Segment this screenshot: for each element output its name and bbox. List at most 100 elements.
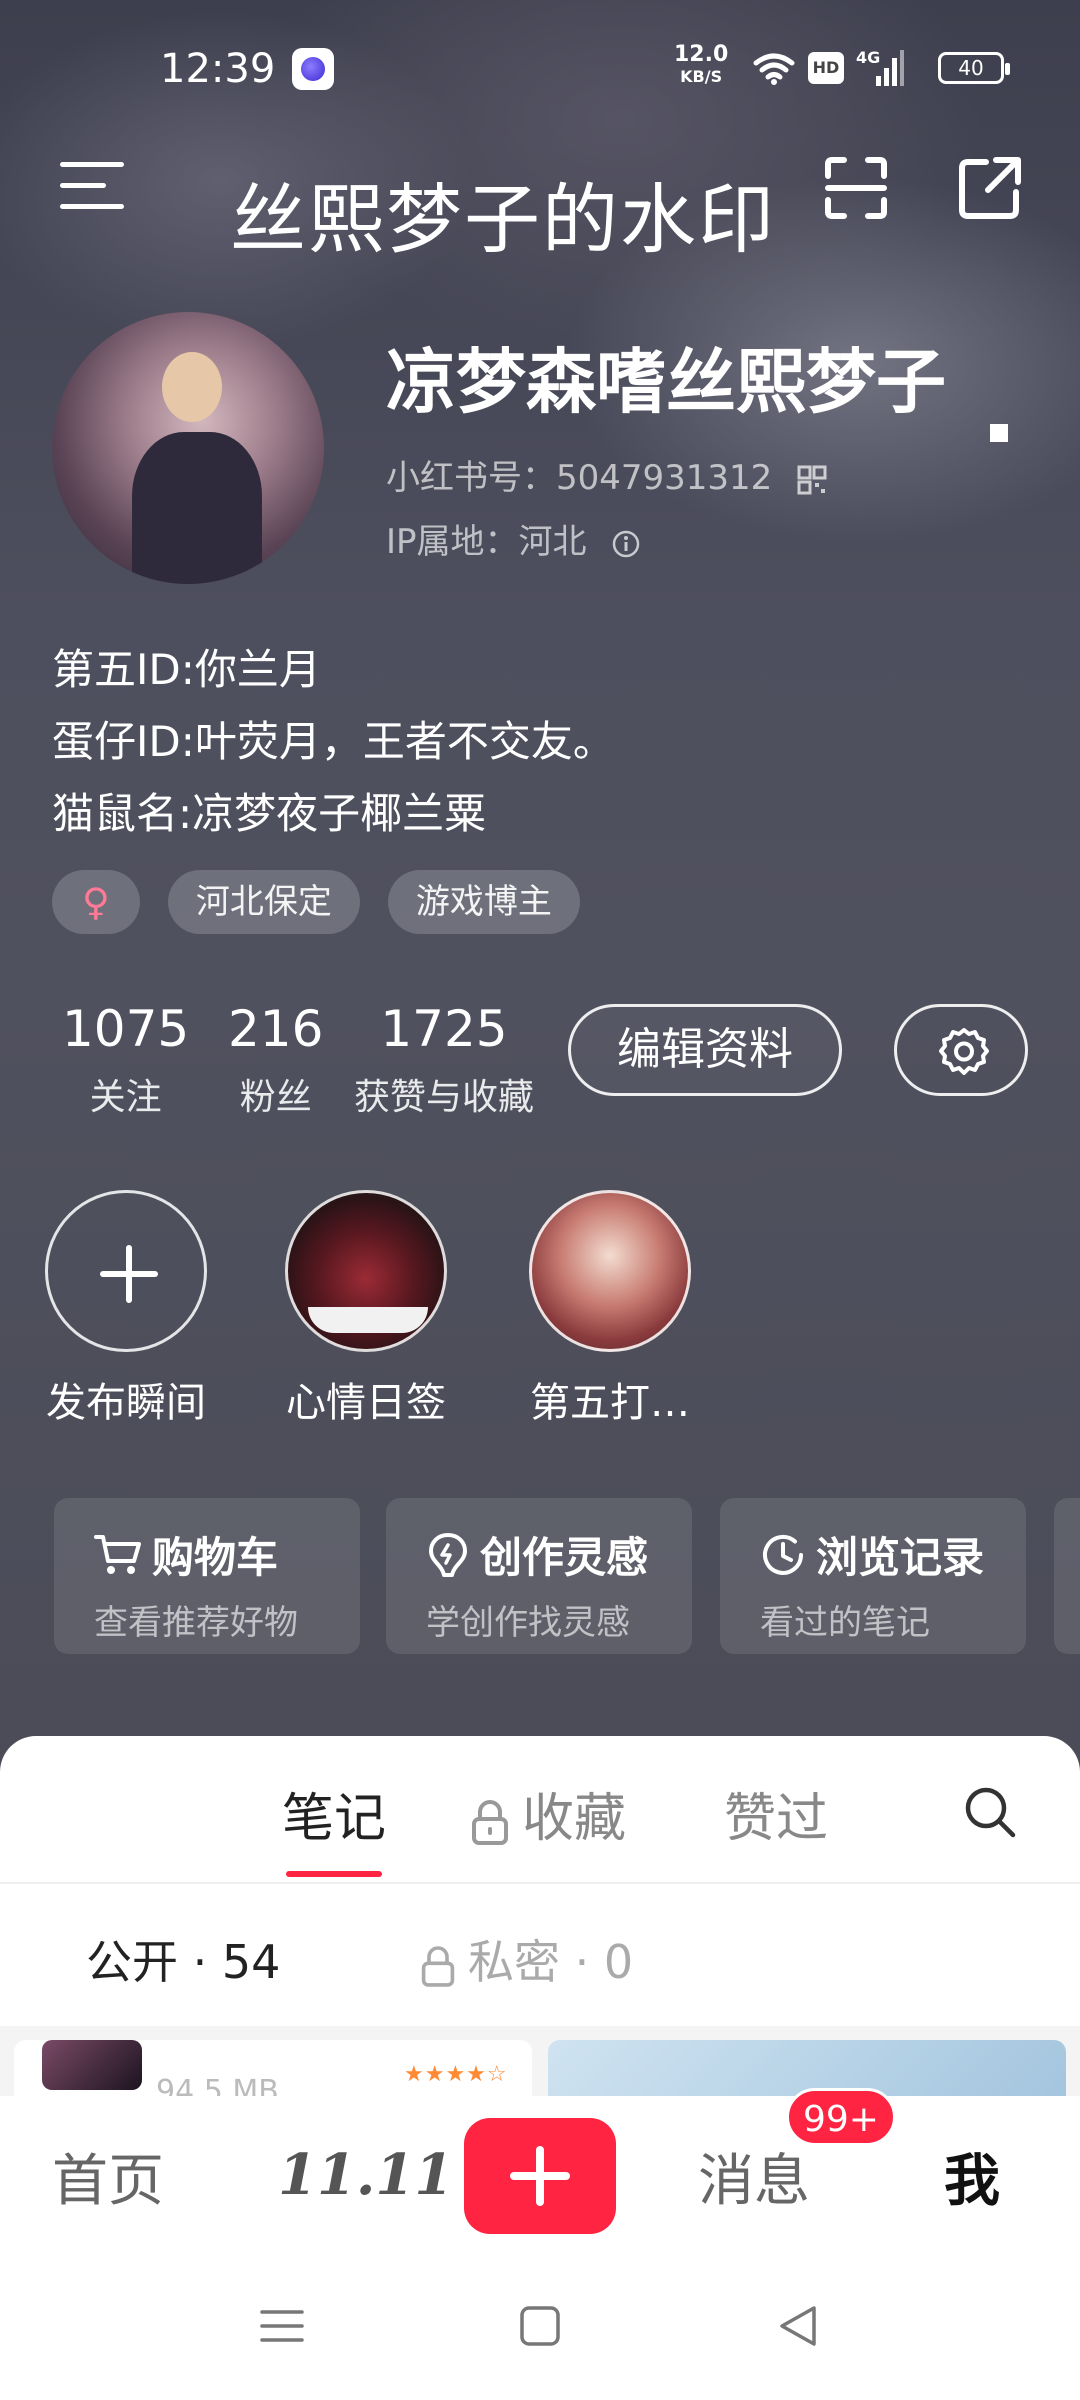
moment-circle [45,1190,207,1352]
settings-button[interactable] [894,1004,1028,1096]
shortcut-subtitle: 看过的笔记 [760,1603,930,1643]
ip-location-text: IP属地：河北 [386,522,587,562]
stat-value: 1725 [380,1000,508,1058]
visibility-filter: 公开 · 54 私密 · 0 [0,1886,1080,2026]
moment-fifth[interactable]: 第五打… [510,1190,710,1428]
stat-followers[interactable]: 216 粉丝 [228,1000,323,1120]
shortcut-title-text: 购物车 [152,1533,279,1582]
bio-line: 蛋仔ID:叶荧月，王者不交友。 [52,717,615,766]
moment-publish[interactable]: 发布瞬间 [26,1190,226,1428]
shortcut-title-text: 创作灵感 [480,1533,649,1582]
stats-row: 1075 关注 216 粉丝 1725 获赞与收藏 编辑资料 [0,1000,1080,1140]
shortcut-more-edge[interactable] [1054,1498,1080,1654]
share-icon[interactable] [956,154,1024,222]
bio: 第五ID:你兰月 蛋仔ID:叶荧月，王者不交友。 猫鼠名:凉梦夜子椰兰粟 [52,634,615,850]
nav-home[interactable]: 首页 [52,2136,164,2217]
shortcut-cart[interactable]: 购物车 查看推荐好物 [54,1498,360,1654]
nav-messages[interactable]: 消息 [698,2136,810,2217]
filter-public[interactable]: 公开 · 54 [86,1926,280,1992]
moment-thumbnail [529,1190,691,1352]
stat-label: 关注 [89,1077,162,1118]
ip-location: IP属地：河北 [386,514,641,563]
shortcut-title: 购物车 [94,1524,360,1585]
stat-following[interactable]: 1075 关注 [62,1000,189,1120]
edit-profile-button[interactable]: 编辑资料 [568,1004,842,1096]
nav-event[interactable]: 11.11 [278,2142,453,2208]
bio-line: 第五ID:你兰月 [52,645,321,694]
red-id-text: 小红书号：5047931312 [386,458,773,498]
rating-stars: ★★★★☆ [404,2062,508,2087]
filter-private-label: 私密 · 0 [468,1935,634,1989]
stat-value: 216 [228,1000,324,1058]
moments-row: 发布瞬间 心情日签 第五打… [0,1190,1080,1440]
net-speed: 12.0 KB/S [674,44,728,88]
shortcuts-row: 购物车 查看推荐好物 创作灵感 学创作找灵感 浏览记录 看过的笔记 [0,1498,1080,1654]
net-speed-value: 12.0 [674,42,729,67]
info-icon[interactable] [611,529,641,559]
status-icons: HD 4G [752,46,904,90]
menu-icon[interactable] [60,162,124,212]
top-bar: 丝熙梦子的水印 [0,140,1080,264]
scan-icon[interactable] [822,154,890,222]
system-nav-bar [0,2260,1080,2400]
page-title: 丝熙梦子的水印 [230,175,776,264]
net-speed-unit: KB/S [680,67,723,86]
wifi-icon [753,53,795,85]
bulb-icon [429,1532,467,1577]
status-bar: 12:39 12.0 KB/S HD 4G 40 [0,40,1080,100]
note-card[interactable]: 94.5 MB ★★★★☆ [14,2040,532,2104]
moment-mood-sign[interactable]: 心情日签 [266,1190,466,1428]
plus-icon [100,1245,158,1303]
moment-label: 第五打… [530,1380,690,1426]
filter-private[interactable]: 私密 · 0 [420,1926,633,1992]
content-tabs: 笔记 收藏 赞过 [0,1736,1080,1884]
red-id: 小红书号：5047931312 [386,450,827,499]
stat-value: 1075 [62,1000,190,1058]
hd-icon: HD [808,52,844,84]
notes-grid: 94.5 MB ★★★★☆ [0,2026,1080,2104]
messages-badge: 99+ [786,2088,896,2146]
moment-label: 发布瞬间 [46,1380,206,1426]
qr-code-icon[interactable] [797,465,827,495]
status-time: 12:39 [160,46,276,92]
notification-app-icon [292,48,334,90]
nav-me[interactable]: 我 [944,2136,1000,2217]
stat-likes-collections[interactable]: 1725 获赞与收藏 [354,1000,534,1120]
plus-icon [510,2146,570,2206]
gear-icon [939,1028,989,1075]
female-icon: ♀ [52,870,140,934]
nickname: 凉梦森嗜丝熙梦子 [386,341,946,423]
tab-collections[interactable]: 收藏 [470,1776,626,1851]
bottom-nav: 首页 11.11 消息 99+ 我 [0,2088,1080,2260]
shortcut-inspiration[interactable]: 创作灵感 学创作找灵感 [386,1498,692,1654]
shortcut-title-text: 浏览记录 [816,1533,985,1582]
moment-thumbnail [285,1190,447,1352]
profile-tags: ♀ 河北保定 游戏博主 [52,870,580,934]
shortcut-title: 浏览记录 [760,1524,1026,1585]
tab-notes[interactable]: 笔记 [282,1776,386,1877]
content-sheet: 笔记 收藏 赞过 公开 · 54 私密 · 0 94.5 MB ★★★★☆ [0,1736,1080,2104]
tab-likes[interactable]: 赞过 [724,1776,828,1851]
stat-label: 获赞与收藏 [354,1077,535,1118]
back-icon[interactable] [774,2302,822,2350]
clock-icon [763,1534,803,1575]
publish-button[interactable] [464,2118,616,2234]
tag-category[interactable]: 游戏博主 [387,870,580,934]
signal-icon: 4G [856,48,904,88]
nickname-dot [990,424,1008,442]
avatar[interactable] [52,312,324,584]
stat-label: 粉丝 [239,1077,312,1118]
shortcut-subtitle: 学创作找灵感 [426,1603,630,1643]
search-icon[interactable] [962,1784,1018,1840]
home-icon[interactable] [516,2302,564,2350]
battery-icon: 40 [938,52,1010,84]
bio-line: 猫鼠名:凉梦夜子椰兰粟 [52,789,487,838]
tab-collections-label: 收藏 [522,1789,627,1849]
lock-icon [472,1800,508,1845]
recents-icon[interactable] [258,2302,306,2350]
shortcut-history[interactable]: 浏览记录 看过的笔记 [720,1498,1026,1654]
note-thumbnail [42,2040,142,2090]
tag-location[interactable]: 河北保定 [167,870,360,934]
shortcut-subtitle: 查看推荐好物 [94,1603,298,1643]
shortcut-title: 创作灵感 [426,1524,692,1585]
